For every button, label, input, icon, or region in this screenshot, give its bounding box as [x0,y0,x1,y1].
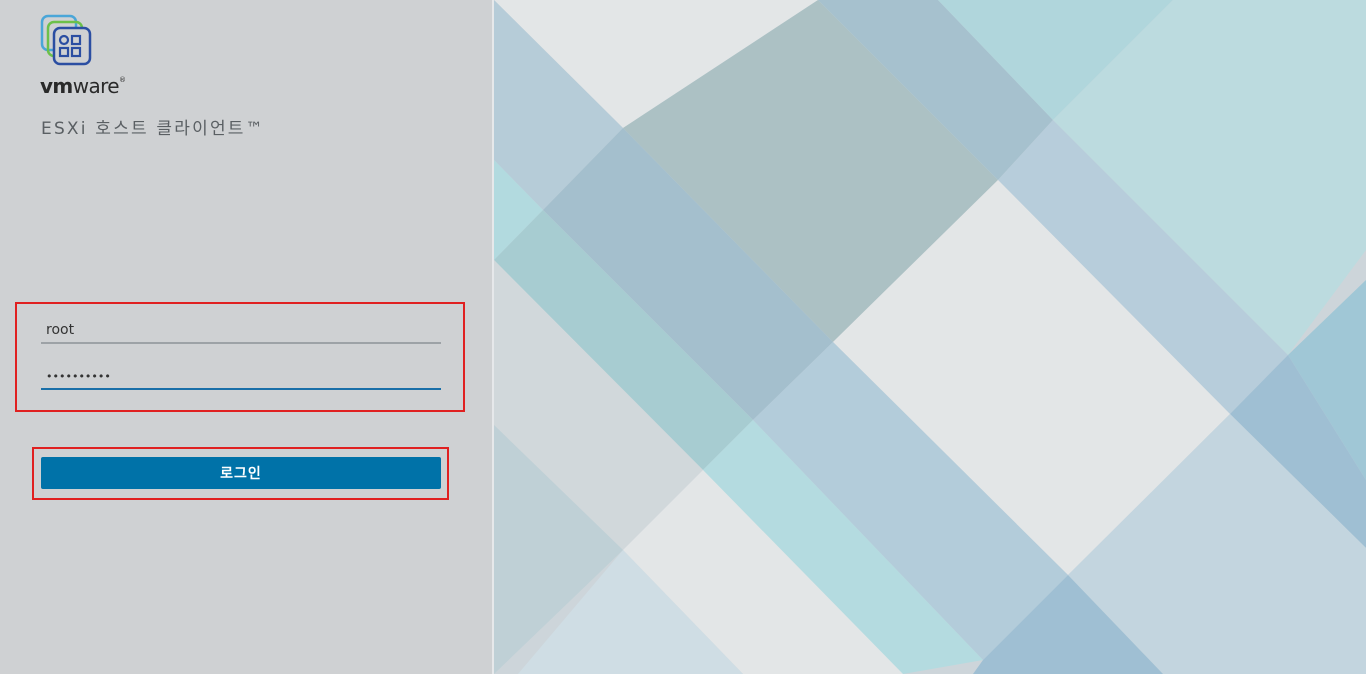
login-button[interactable]: 로그인 [41,457,441,489]
login-button-box: 로그인 [32,447,449,500]
password-input[interactable] [41,364,441,390]
vmware-logo-icon [40,14,92,66]
wordmark-light: ware [72,74,120,98]
login-page: vmware® ESXi 호스트 클라이언트™ 로그인 [0,0,1368,674]
credentials-box [15,302,465,412]
decorative-background [494,0,1368,674]
wordmark-bold: vm [40,74,73,98]
login-panel: vmware® ESXi 호스트 클라이언트™ 로그인 [0,0,494,674]
registered-mark: ® [119,76,126,84]
diamond-pattern [494,0,1366,674]
product-name: ESXi 호스트 클라이언트™ [41,119,265,139]
username-input[interactable] [41,318,441,344]
vmware-wordmark: vmware® [40,74,126,98]
